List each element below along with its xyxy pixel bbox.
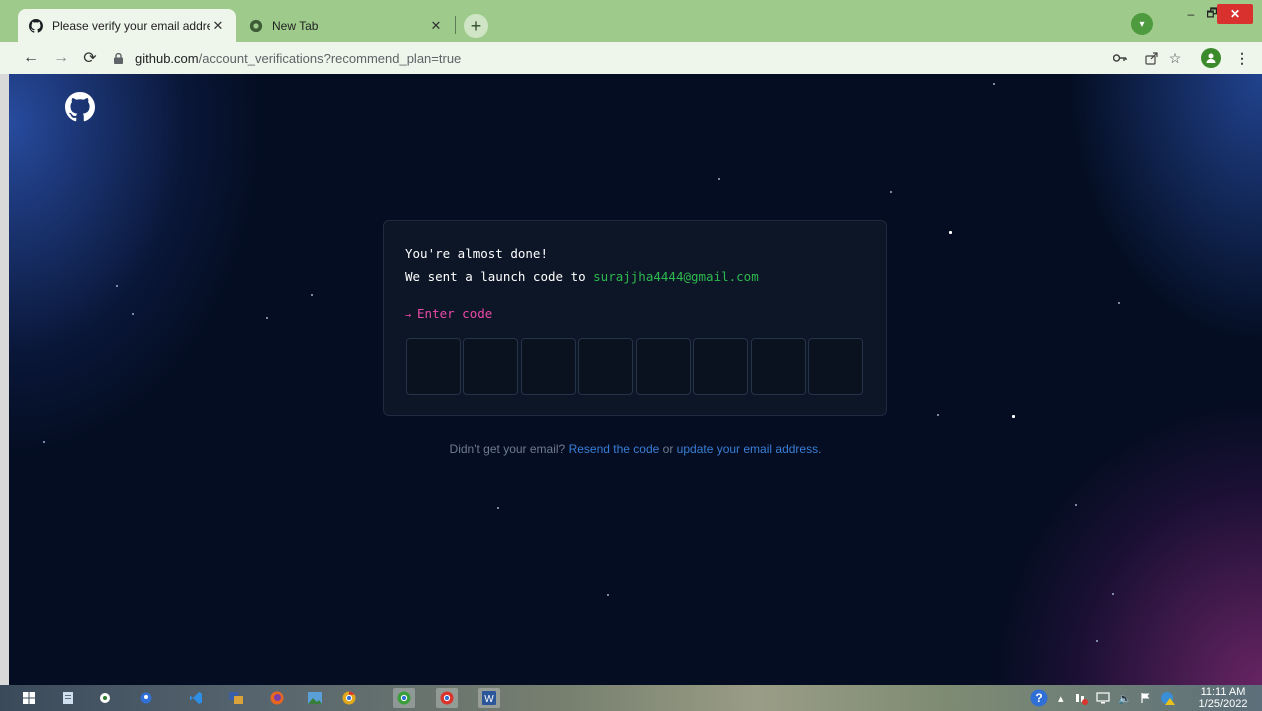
star-decoration xyxy=(311,294,313,296)
code-input-5[interactable] xyxy=(636,338,691,395)
help-icon[interactable]: ? xyxy=(1030,689,1048,707)
github-verification-page: You're almost done! We sent a launch cod… xyxy=(9,74,1262,685)
star-decoration xyxy=(1118,302,1120,304)
prompt-label: Enter code xyxy=(417,306,493,321)
file-explorer-icon[interactable] xyxy=(57,688,79,708)
url-path: /account_verifications?recommend_plan=tr… xyxy=(198,50,462,66)
address-bar[interactable]: github.com/account_verifications?recomme… xyxy=(111,46,1147,70)
image-viewer-icon[interactable] xyxy=(304,688,326,708)
app-window-icon[interactable] xyxy=(225,688,247,708)
clock-time: 11:11 AM xyxy=(1200,686,1246,698)
security-warning-icon[interactable] xyxy=(1160,689,1176,707)
star-decoration xyxy=(1112,593,1114,595)
code-input-3[interactable] xyxy=(521,338,576,395)
star-decoration xyxy=(993,83,995,85)
forward-arrow-icon[interactable]: → xyxy=(50,47,72,69)
volume-icon[interactable]: 🔈 xyxy=(1118,689,1132,707)
monitor-icon[interactable] xyxy=(1096,689,1110,707)
tab-title: New Tab xyxy=(272,18,319,33)
star-decoration xyxy=(607,594,609,596)
chrome-active-window-icon[interactable] xyxy=(436,688,458,708)
clock-date: 1/25/2022 xyxy=(1198,698,1248,710)
card-heading: You're almost done! xyxy=(405,246,548,261)
enter-code-prompt: → Enter code xyxy=(405,306,492,321)
windows-start-icon[interactable] xyxy=(18,688,40,708)
help-middle: or xyxy=(662,442,674,456)
tab-search-chevron-icon[interactable]: ▾ xyxy=(1131,13,1153,35)
code-input-2[interactable] xyxy=(463,338,518,395)
help-prefix: Didn't get your email? xyxy=(449,442,566,456)
url-host: github.com xyxy=(135,50,199,66)
browser-tab-strip: Please verify your email address ✕ New T… xyxy=(0,0,1262,42)
tray-expand-icon[interactable]: ▴ xyxy=(1058,689,1064,707)
lock-icon xyxy=(111,52,125,64)
chrome-icon[interactable] xyxy=(338,688,360,708)
resend-help-text: Didn't get your email? Resend the code o… xyxy=(9,442,1262,456)
flag-icon[interactable] xyxy=(1140,689,1152,707)
star-decoration xyxy=(937,414,939,416)
network-warning-icon[interactable] xyxy=(1074,689,1088,707)
new-tab-button[interactable]: + xyxy=(464,14,488,38)
minimize-button[interactable]: – xyxy=(1183,4,1199,24)
code-input-7[interactable] xyxy=(751,338,806,395)
key-icon[interactable] xyxy=(1110,48,1130,68)
word-icon[interactable]: W xyxy=(478,688,500,708)
share-icon[interactable] xyxy=(1141,48,1161,68)
vscode-icon[interactable] xyxy=(185,688,207,708)
sent-text: We sent a launch code to xyxy=(405,269,586,284)
star-decoration xyxy=(949,231,952,234)
kebab-menu-icon[interactable]: ⋮ xyxy=(1232,48,1252,68)
reload-icon[interactable]: ⟳ xyxy=(79,47,101,69)
svg-text:?: ? xyxy=(1035,691,1042,705)
tab-close-icon[interactable]: ✕ xyxy=(428,18,444,34)
prompt-arrow-icon: → xyxy=(405,310,412,321)
windows-taskbar: W ? ▴ 🔈 11:11 AM 1/25/2022 xyxy=(0,685,1262,711)
star-decoration xyxy=(1096,640,1098,642)
star-decoration xyxy=(266,317,268,319)
star-decoration xyxy=(1075,504,1077,506)
profile-icon[interactable] xyxy=(1201,48,1221,68)
tab-close-icon[interactable]: ✕ xyxy=(210,18,226,34)
back-arrow-icon[interactable]: ← xyxy=(20,47,42,69)
update-email-link[interactable]: update your email address xyxy=(677,442,818,456)
tab-new-tab[interactable]: New Tab ✕ xyxy=(238,9,454,42)
chrome-newtab-icon xyxy=(248,18,264,34)
svg-text:W: W xyxy=(484,694,494,705)
star-decoration xyxy=(116,285,118,287)
verification-card: You're almost done! We sent a launch cod… xyxy=(383,220,887,416)
taskbar-clock[interactable]: 11:11 AM 1/25/2022 xyxy=(1192,686,1254,710)
star-decoration xyxy=(497,507,499,509)
star-icon[interactable]: ☆ xyxy=(1165,48,1185,68)
star-decoration xyxy=(132,313,134,315)
tab-separator xyxy=(455,16,456,34)
code-input-1[interactable] xyxy=(406,338,461,395)
code-input-6[interactable] xyxy=(693,338,748,395)
sent-message: We sent a launch code to surajjha4444@gm… xyxy=(405,269,759,284)
help-suffix: . xyxy=(818,442,822,456)
app-circle-icon[interactable] xyxy=(94,688,116,708)
browser-toolbar: ← → ⟳ github.com/account_verifications?r… xyxy=(0,42,1262,74)
chrome-window-icon[interactable] xyxy=(393,688,415,708)
star-decoration xyxy=(890,191,892,193)
tab-title: Please verify your email address xyxy=(52,18,210,33)
github-logo-icon[interactable] xyxy=(65,92,95,122)
code-input-8[interactable] xyxy=(808,338,863,395)
maps-pin-icon[interactable] xyxy=(135,688,157,708)
firefox-icon[interactable] xyxy=(266,688,288,708)
resend-code-link[interactable]: Resend the code xyxy=(569,442,660,456)
tab-verify-email[interactable]: Please verify your email address ✕ xyxy=(18,9,236,42)
star-decoration xyxy=(718,178,720,180)
github-favicon-icon xyxy=(28,18,44,34)
code-input-4[interactable] xyxy=(578,338,633,395)
email-address: surajjha4444@gmail.com xyxy=(593,269,759,284)
window-close-button[interactable]: ✕ xyxy=(1217,4,1253,24)
star-decoration xyxy=(1012,415,1015,418)
